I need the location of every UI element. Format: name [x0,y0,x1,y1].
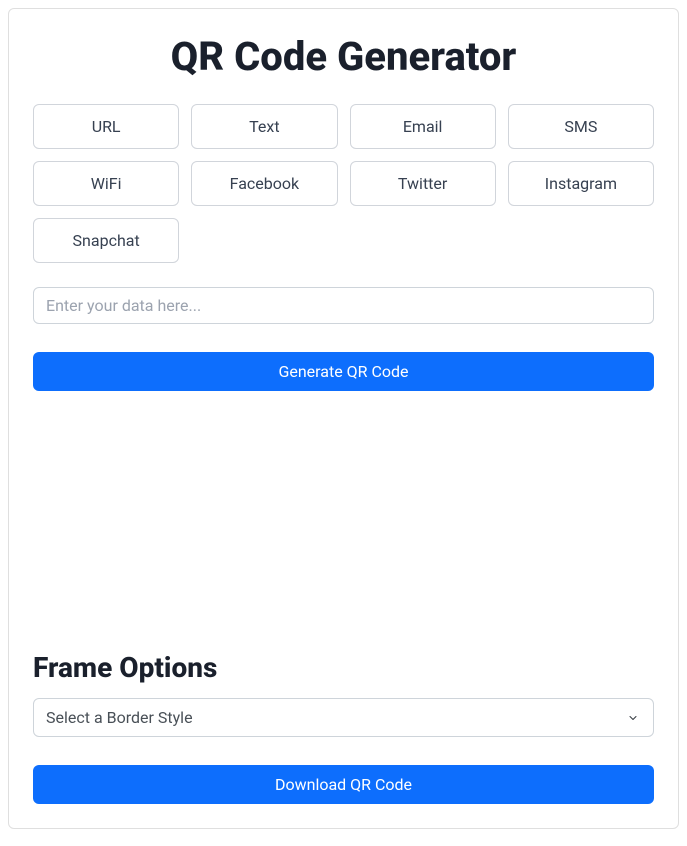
type-url-button[interactable]: URL [33,104,179,149]
qr-type-grid: URL Text Email SMS WiFi Facebook Twitter… [33,104,654,263]
type-email-button[interactable]: Email [350,104,496,149]
type-twitter-button[interactable]: Twitter [350,161,496,206]
type-snapchat-button[interactable]: Snapchat [33,218,179,263]
type-instagram-button[interactable]: Instagram [508,161,654,206]
type-text-button[interactable]: Text [191,104,337,149]
data-input[interactable] [33,287,654,324]
generate-button[interactable]: Generate QR Code [33,352,654,391]
download-button[interactable]: Download QR Code [33,765,654,804]
border-style-select[interactable]: Select a Border Style [33,698,654,737]
type-sms-button[interactable]: SMS [508,104,654,149]
page-title: QR Code Generator [33,33,654,80]
frame-options-heading: Frame Options [33,651,654,684]
qr-output-area [33,391,654,651]
qr-generator-card: QR Code Generator URL Text Email SMS WiF… [8,8,679,829]
type-wifi-button[interactable]: WiFi [33,161,179,206]
type-facebook-button[interactable]: Facebook [191,161,337,206]
